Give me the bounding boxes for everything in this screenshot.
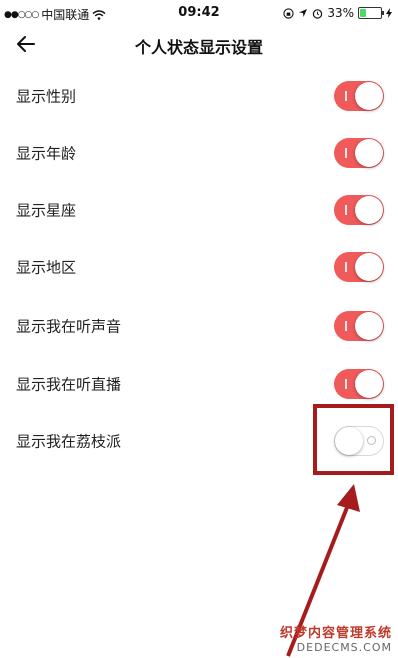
watermark-line2: DEDECMS.COM	[296, 641, 392, 654]
settings-screen: ●●○○○ 中国联通 09:42 33% 个人状态显示设置 显示性别 显示年龄 …	[0, 0, 398, 658]
annotation-arrow-icon	[286, 484, 360, 657]
watermark-line1: 织梦内容管理系统	[279, 626, 392, 641]
watermark: 织梦内容管理系统 DEDECMS.COM	[280, 622, 392, 654]
